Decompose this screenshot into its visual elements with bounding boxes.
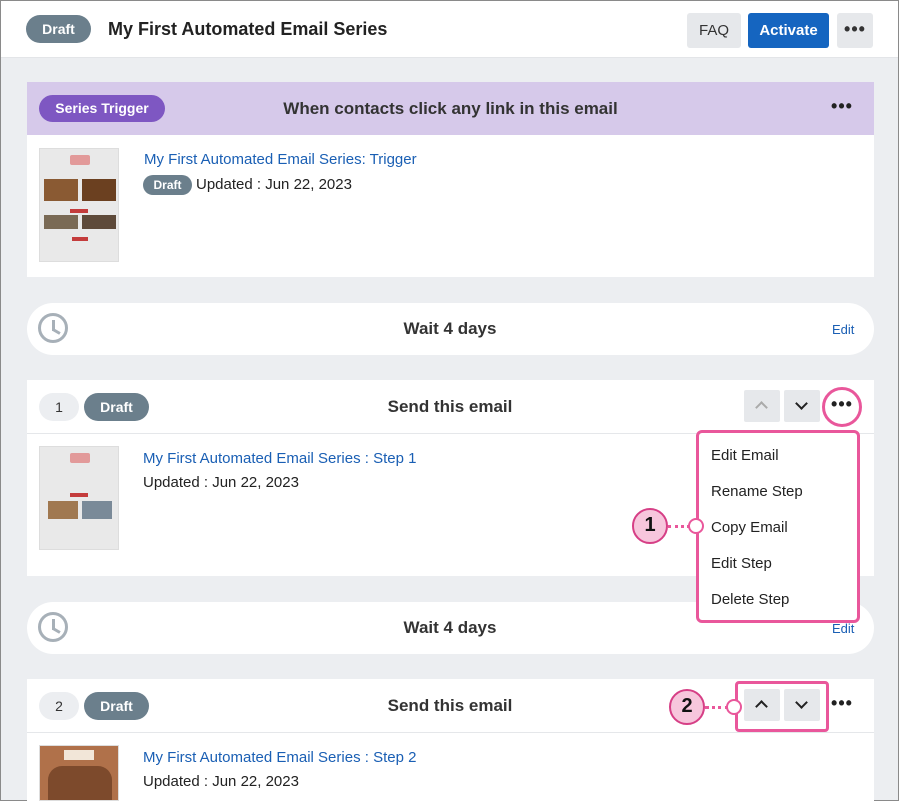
- top-bar: Draft My First Automated Email Series FA…: [1, 1, 898, 58]
- thumb-button: [70, 209, 88, 213]
- clock-icon: [38, 313, 68, 343]
- step-header-divider: [27, 732, 874, 733]
- thumb-logo: [64, 750, 94, 760]
- callout-1-target: [688, 518, 704, 534]
- step-heading: Send this email: [387, 696, 513, 715]
- menu-item-rename-step[interactable]: Rename Step: [711, 483, 803, 500]
- step-email-thumbnail[interactable]: [39, 745, 119, 801]
- wait-label: Wait 4 days: [403, 319, 497, 338]
- clock-icon: [38, 612, 68, 642]
- move-down-button[interactable]: [784, 390, 820, 422]
- step-heading: Send this email: [387, 397, 513, 416]
- callout-1-leader: [668, 525, 690, 528]
- move-up-button[interactable]: [744, 390, 780, 422]
- thumb-photo: [82, 179, 116, 201]
- wait-edit-link[interactable]: Edit: [832, 322, 854, 337]
- thumb-logo: [70, 155, 90, 165]
- step-actions-menu: Edit Email Rename Step Copy Email Edit S…: [696, 430, 860, 623]
- step-updated: Updated : Jun 22, 2023: [143, 773, 299, 790]
- thumb-button: [70, 493, 88, 497]
- thumb-photo: [48, 766, 112, 800]
- more-button-highlight: [822, 387, 862, 427]
- trigger-email-status-badge: Draft: [143, 175, 192, 195]
- menu-item-delete-step[interactable]: Delete Step: [711, 591, 789, 608]
- step-email-link[interactable]: My First Automated Email Series : Step 2: [143, 749, 416, 766]
- series-trigger-badge: Series Trigger: [39, 95, 165, 122]
- callout-1: 1: [632, 508, 668, 544]
- wait-label: Wait 4 days: [403, 618, 497, 637]
- wait-edit-link[interactable]: Edit: [832, 621, 854, 636]
- menu-item-edit-step[interactable]: Edit Step: [711, 555, 772, 572]
- activate-button[interactable]: Activate: [748, 13, 829, 48]
- trigger-email-link[interactable]: My First Automated Email Series: Trigger: [144, 151, 417, 168]
- chevron-up-icon: [755, 401, 768, 414]
- step-number: 1: [39, 393, 79, 421]
- page-title: My First Automated Email Series: [108, 19, 388, 39]
- move-buttons-highlight: [735, 681, 829, 732]
- step-status-badge: Draft: [84, 692, 149, 720]
- trigger-card: Series Trigger When contacts click any l…: [27, 82, 874, 277]
- callout-2-target: [726, 699, 742, 715]
- step-email-thumbnail[interactable]: [39, 446, 119, 550]
- thumb-photo: [44, 215, 78, 229]
- menu-item-edit-email[interactable]: Edit Email: [711, 447, 779, 464]
- step-email-link[interactable]: My First Automated Email Series : Step 1: [143, 450, 416, 467]
- thumb-logo: [70, 453, 90, 463]
- thumb-photo: [44, 179, 78, 201]
- wait-step: Wait 4 days Edit: [27, 303, 874, 355]
- trigger-more-button[interactable]: •••: [828, 96, 856, 120]
- faq-button[interactable]: FAQ: [687, 13, 741, 48]
- thumb-photo: [82, 215, 116, 229]
- series-status-badge: Draft: [26, 15, 91, 43]
- trigger-heading: When contacts click any link in this ema…: [283, 99, 618, 118]
- thumb-photo: [48, 501, 78, 519]
- step-status-badge: Draft: [84, 393, 149, 421]
- step-updated: Updated : Jun 22, 2023: [143, 474, 299, 491]
- thumb-photo: [82, 501, 112, 519]
- callout-2: 2: [669, 689, 705, 725]
- trigger-email-thumbnail[interactable]: [39, 148, 119, 262]
- chevron-down-icon: [795, 397, 808, 410]
- step-number: 2: [39, 692, 79, 720]
- thumb-button: [72, 237, 88, 241]
- header-more-button[interactable]: •••: [837, 13, 873, 48]
- step-more-button[interactable]: •••: [828, 693, 856, 717]
- trigger-updated: Updated : Jun 22, 2023: [196, 176, 352, 193]
- menu-item-copy-email[interactable]: Copy Email: [711, 519, 788, 536]
